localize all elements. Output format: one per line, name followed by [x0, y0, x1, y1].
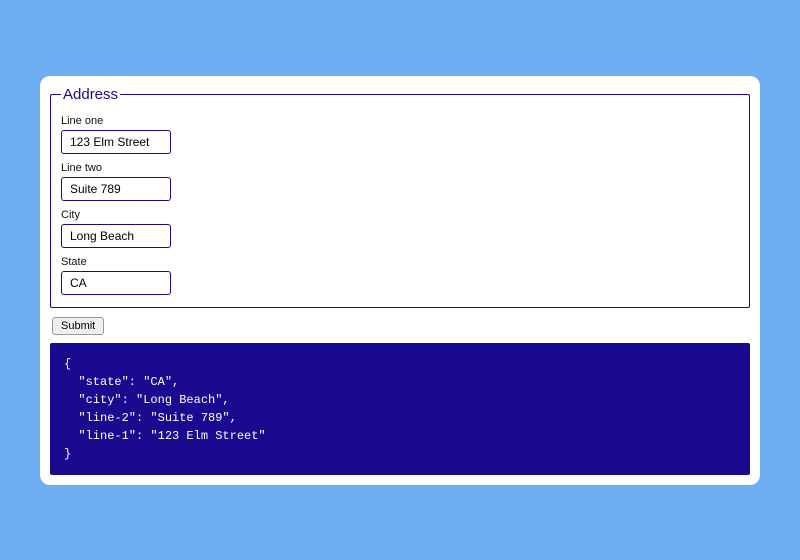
card: Address Line one Line two City State Sub… [40, 76, 760, 485]
submit-button[interactable]: Submit [52, 317, 104, 335]
label-state: State [61, 256, 739, 268]
field-line-one: Line one [61, 115, 739, 154]
json-output: { "state": "CA", "city": "Long Beach", "… [50, 343, 750, 475]
field-city: City [61, 209, 739, 248]
label-line-two: Line two [61, 162, 739, 174]
input-line-one[interactable] [61, 130, 171, 154]
fieldset-legend: Address [61, 86, 120, 103]
field-state: State [61, 256, 739, 295]
input-state[interactable] [61, 271, 171, 295]
input-city[interactable] [61, 224, 171, 248]
address-fieldset: Address Line one Line two City State [50, 86, 750, 308]
label-line-one: Line one [61, 115, 739, 127]
address-form: Address Line one Line two City State Sub… [50, 86, 750, 335]
input-line-two[interactable] [61, 177, 171, 201]
field-line-two: Line two [61, 162, 739, 201]
label-city: City [61, 209, 739, 221]
